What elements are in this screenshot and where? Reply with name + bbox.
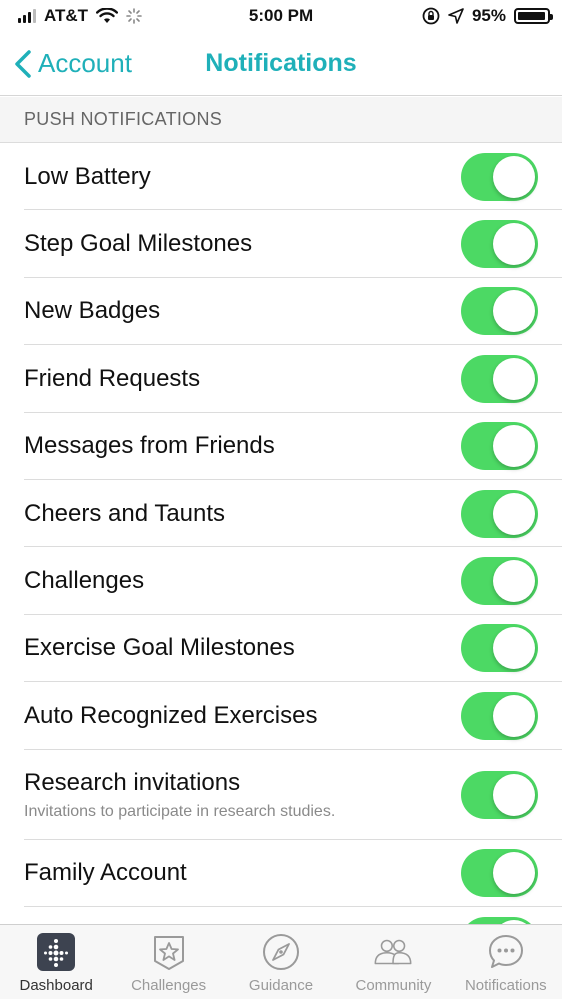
- tab-label: Guidance: [248, 977, 314, 994]
- dashboard-icon: [36, 932, 76, 972]
- back-button-label: Account: [38, 48, 132, 78]
- setting-row-exercise-goal-milestones: Exercise Goal Milestones: [0, 615, 562, 683]
- chevron-left-icon: [15, 49, 31, 78]
- step-goal-milestones-toggle[interactable]: [461, 220, 538, 269]
- setting-row-new-badges: New Badges: [0, 278, 562, 346]
- activity-spinner-icon: [126, 8, 142, 24]
- battery-percent: 95%: [471, 6, 506, 25]
- status-bar: AT&T 5:00 PM 95%: [0, 0, 562, 32]
- back-button[interactable]: Account: [0, 48, 132, 79]
- setting-row-low-battery: Low Battery: [0, 143, 562, 211]
- research-invitations-toggle[interactable]: [461, 770, 538, 819]
- location-arrow-icon: [448, 8, 464, 24]
- tab-bar: Dashboard Challenges Guidance Community …: [0, 924, 562, 999]
- setting-label: Auto Recognized Exercises: [24, 701, 318, 729]
- orientation-lock-icon: [422, 7, 440, 25]
- setting-label: Family Account: [24, 859, 187, 887]
- people-icon: [373, 932, 413, 972]
- signal-icon: [18, 9, 36, 23]
- status-left: AT&T: [18, 6, 142, 26]
- tab-dashboard[interactable]: Dashboard: [0, 925, 112, 999]
- tab-guidance[interactable]: Guidance: [225, 925, 337, 999]
- battery-icon: [514, 8, 553, 24]
- setting-label: New Badges: [24, 297, 161, 325]
- setting-label: Research invitations: [24, 768, 241, 796]
- challenges-toggle[interactable]: [461, 557, 538, 606]
- tab-community[interactable]: Community: [337, 925, 449, 999]
- family-account-toggle[interactable]: [461, 849, 538, 898]
- navigation-bar: Account Notifications: [0, 32, 562, 96]
- setting-label: Exercise Goal Milestones: [24, 634, 295, 662]
- messages-from-friends-toggle[interactable]: [461, 422, 538, 471]
- tab-label: Challenges: [131, 977, 207, 994]
- setting-label: Messages from Friends: [24, 432, 275, 460]
- tab-label: Community: [355, 977, 432, 994]
- star-badge-icon: [149, 932, 189, 972]
- auto-recognized-exercises-toggle[interactable]: [461, 691, 538, 740]
- setting-label: Low Battery: [24, 162, 151, 190]
- compass-icon: [261, 932, 301, 972]
- low-battery-toggle[interactable]: [461, 152, 538, 201]
- setting-row-family-account: Family Account: [0, 840, 562, 908]
- setting-label: Friend Requests: [24, 364, 201, 392]
- settings-list: Low Battery Step Goal Milestones New Bad…: [0, 143, 562, 975]
- setting-row-challenges: Challenges: [0, 547, 562, 616]
- setting-row-step-goal-milestones: Step Goal Milestones: [0, 210, 562, 279]
- status-right: 95%: [422, 6, 553, 26]
- setting-row-auto-recognized-exercises: Auto Recognized Exercises: [0, 682, 562, 750]
- tab-challenges[interactable]: Challenges: [112, 925, 224, 999]
- tab-label: Notifications: [464, 977, 547, 994]
- new-badges-toggle[interactable]: [461, 287, 538, 336]
- setting-row-cheers-and-taunts: Cheers and Taunts: [0, 480, 562, 548]
- section-header: PUSH NOTIFICATIONS: [0, 97, 562, 143]
- carrier-label: AT&T: [44, 6, 89, 25]
- setting-row-friend-requests: Friend Requests: [0, 345, 562, 413]
- setting-row-messages-from-friends: Messages from Friends: [0, 413, 562, 481]
- setting-label: Cheers and Taunts: [24, 499, 226, 527]
- exercise-goal-milestones-toggle[interactable]: [461, 624, 538, 673]
- chat-bubble-icon: [486, 932, 526, 972]
- setting-label: Challenges: [24, 567, 145, 595]
- wifi-icon: [96, 8, 119, 23]
- setting-label: Step Goal Milestones: [24, 230, 253, 258]
- setting-row-research-invitations: Research invitations Invitations to part…: [0, 750, 562, 840]
- tab-label: Dashboard: [19, 977, 93, 994]
- tab-notifications[interactable]: Notifications: [450, 925, 562, 999]
- setting-sublabel: Invitations to participate in research s…: [24, 802, 336, 820]
- cheers-and-taunts-toggle[interactable]: [461, 489, 538, 538]
- friend-requests-toggle[interactable]: [461, 354, 538, 403]
